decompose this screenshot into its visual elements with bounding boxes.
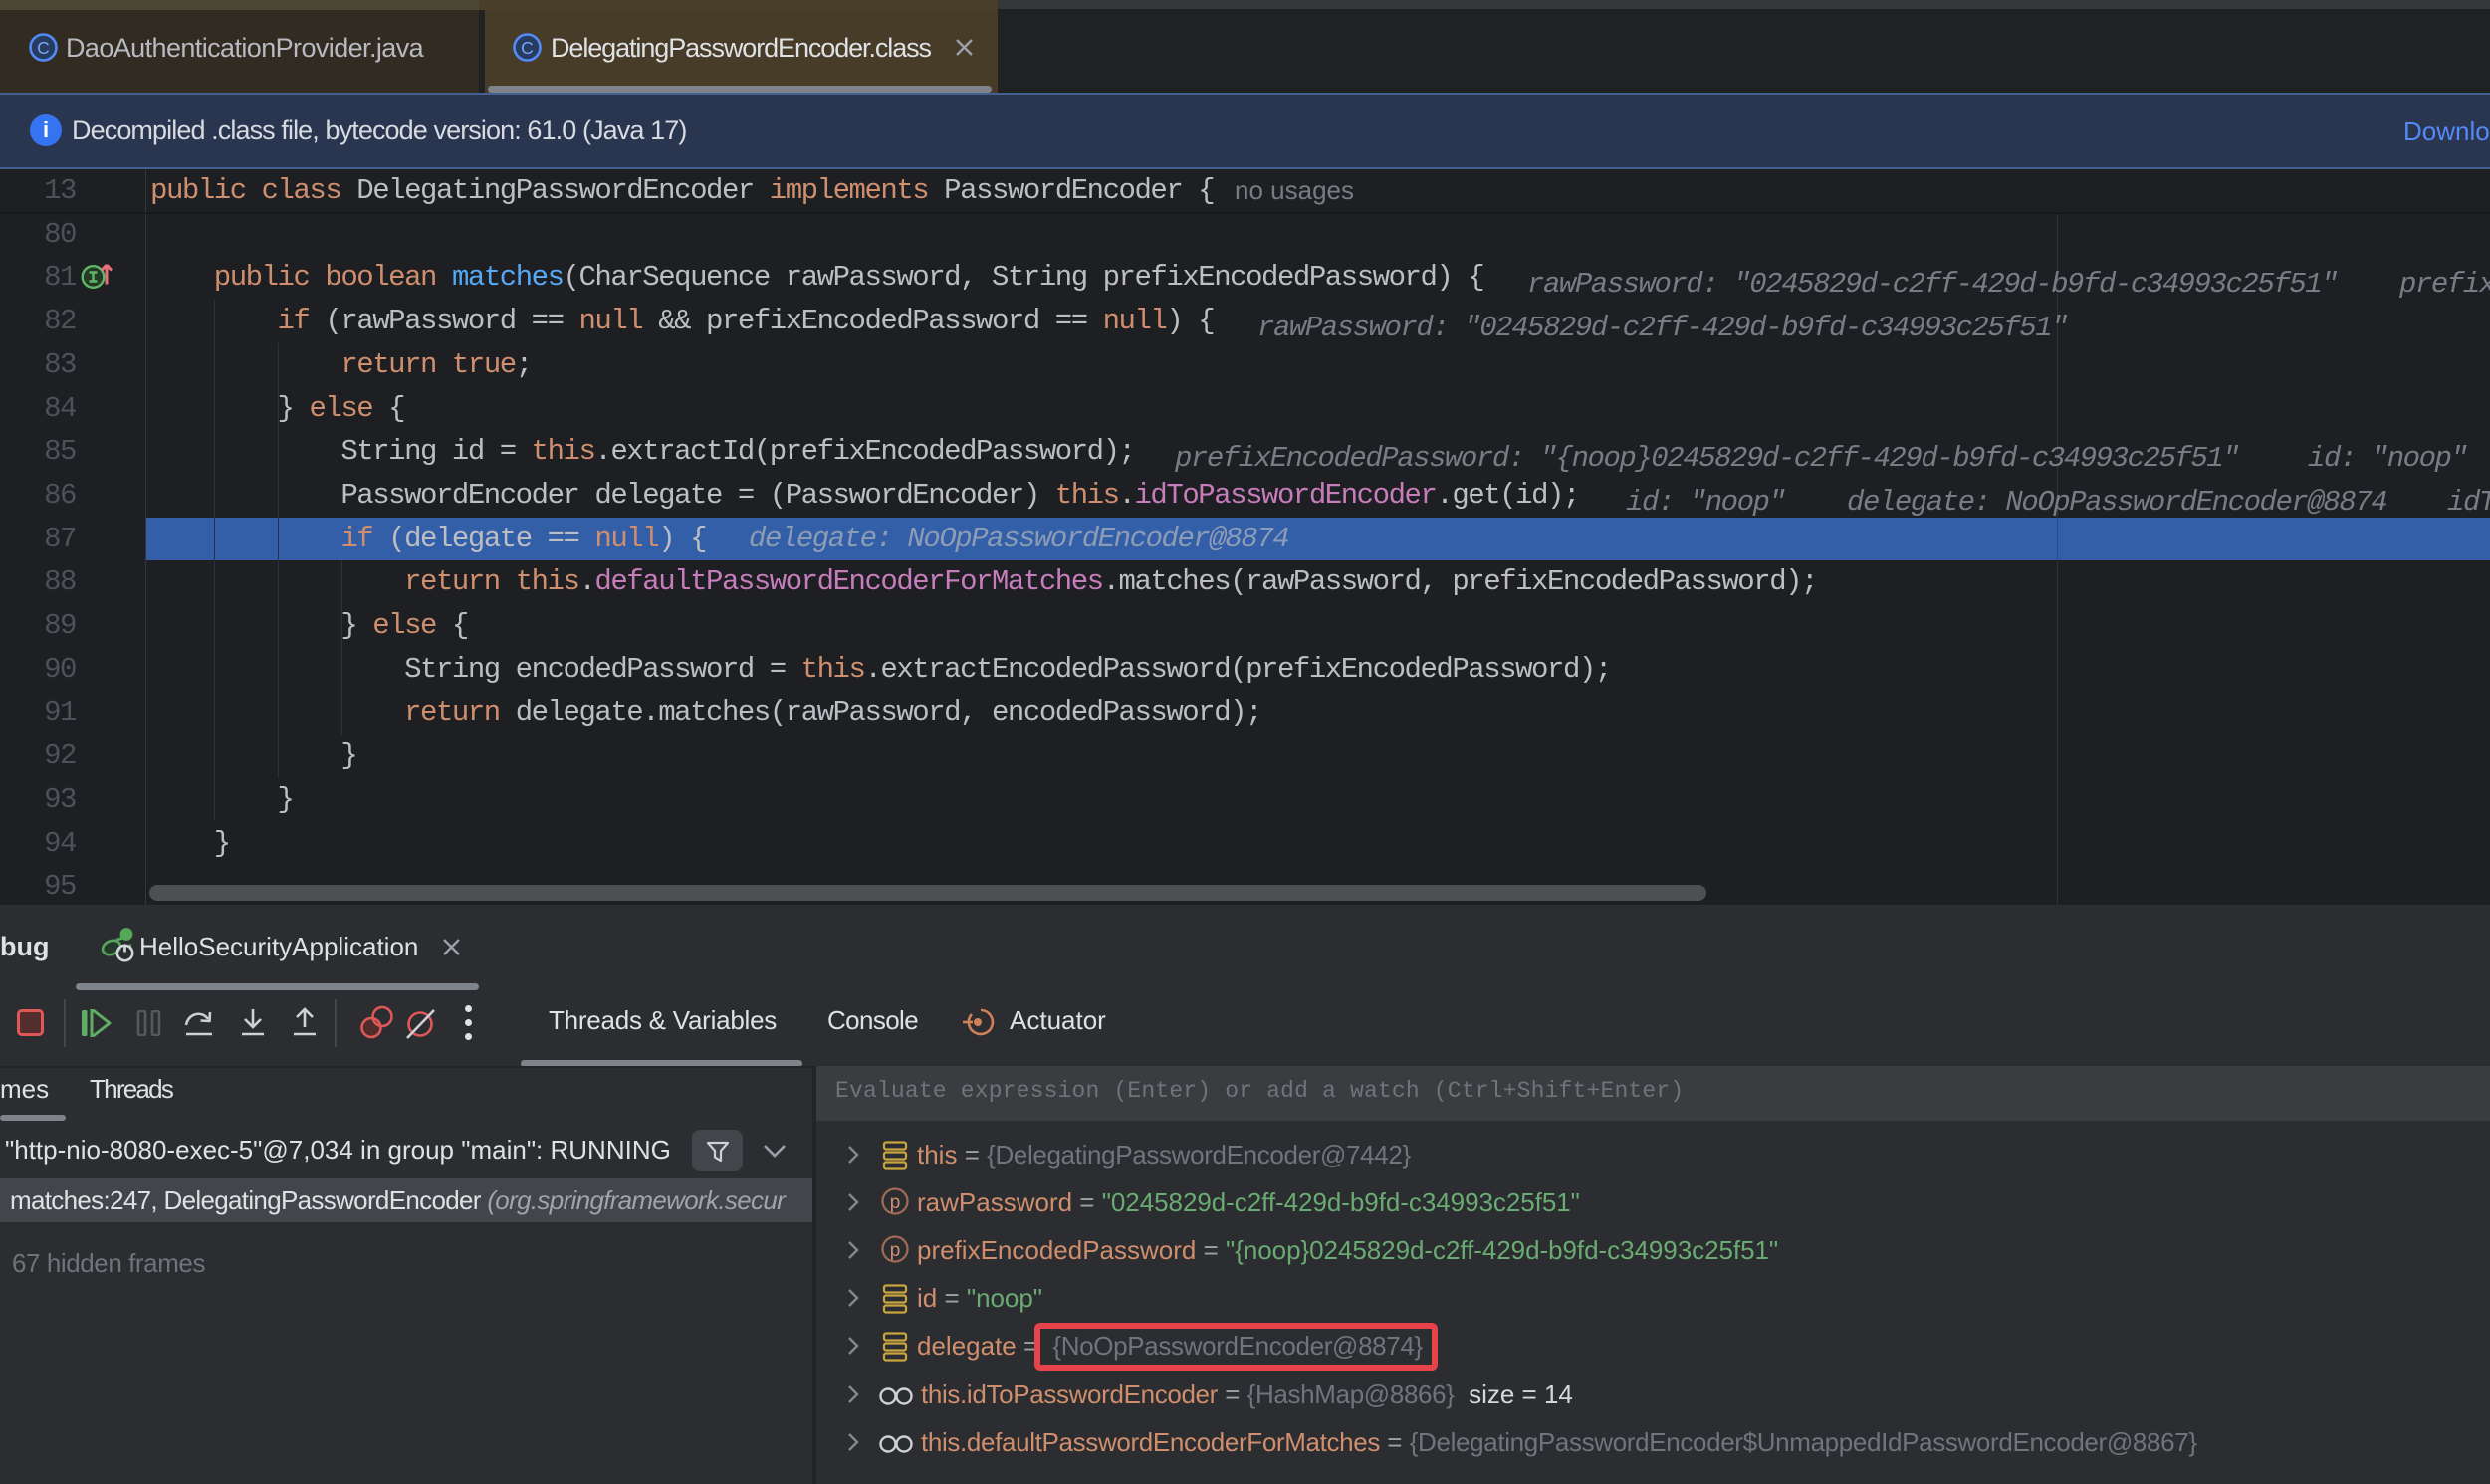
svg-text:p: p: [890, 1192, 901, 1213]
svg-text:C: C: [37, 38, 50, 58]
svg-text:p: p: [890, 1240, 901, 1261]
svg-text:C: C: [521, 38, 534, 58]
